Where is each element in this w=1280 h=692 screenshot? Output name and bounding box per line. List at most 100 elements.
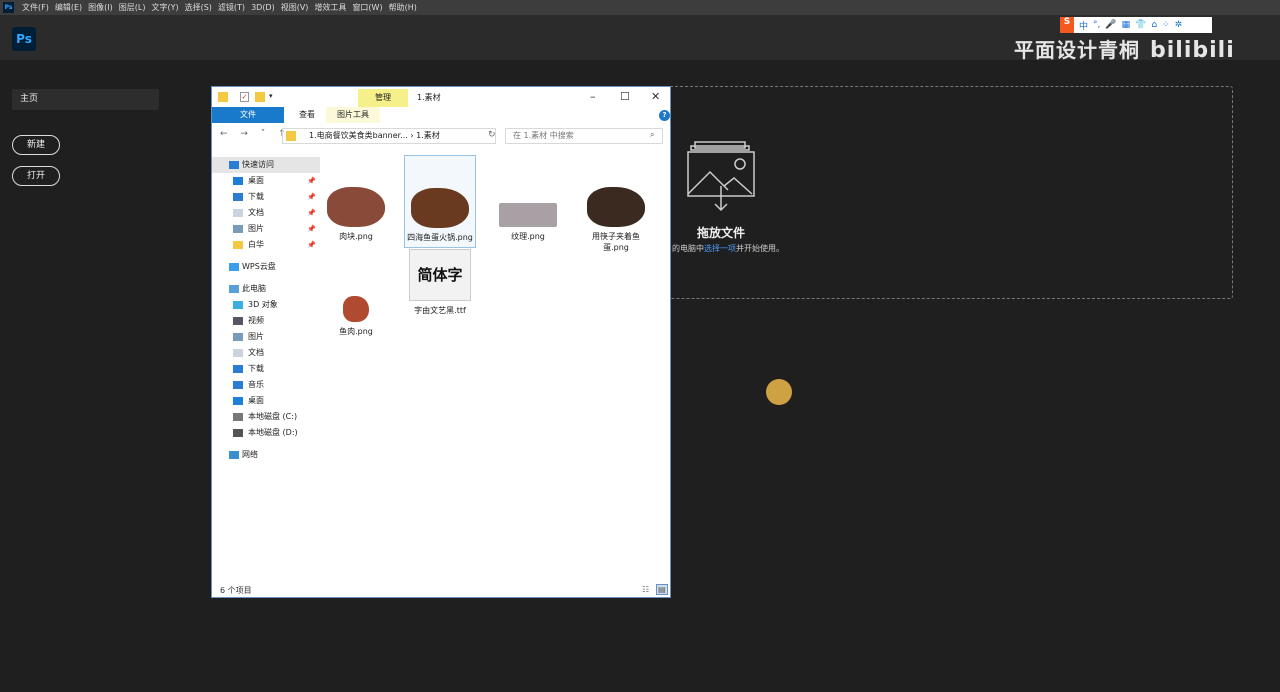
bilibili-logo: bilibili [1150,38,1235,63]
menu-layer[interactable]: 图层(L) [119,2,146,13]
search-icon[interactable]: ⌕ [650,130,654,140]
file-item[interactable]: 简体字字由文艺黑.ttf [404,249,476,316]
drop-sub-text: 的电脑中 [672,244,704,253]
menu-window[interactable]: 窗口(W) [352,2,382,13]
nav-item-icon [229,161,239,169]
minimize-button[interactable]: – [590,90,596,103]
nav-item[interactable]: 白华 📌 [212,237,320,253]
status-bar: 6 个项目 [220,586,252,595]
file-name: 用筷子夹着鱼蛋.png [592,232,640,252]
apps-icon[interactable]: ⁘ [1162,20,1170,30]
nav-item[interactable]: 下载 📌 [212,189,320,205]
file-item[interactable]: 鱼肉.png [320,264,392,337]
nav-item-icon [233,317,243,325]
tab-view[interactable]: 查看 [288,107,326,123]
nav-item[interactable]: 文档 📌 [212,205,320,221]
menu-select[interactable]: 选择(S) [185,2,212,13]
nav-item-icon [233,177,243,185]
nav-item[interactable]: 图片 📌 [212,221,320,237]
search-input[interactable]: 在 1.素材 中搜索 [505,128,663,144]
maximize-button[interactable]: ☐ [620,90,630,103]
title-bar: ✓ ▾ [212,87,670,107]
nav-item[interactable]: 本地磁盘 (C:) [212,409,320,425]
file-grid: 肉块.png 四海鱼蛋火锅.png 纹理.png 用筷子夹着鱼蛋.png 鱼肉.png 简… [320,149,663,579]
nav-item-icon [229,285,239,293]
nav-item[interactable]: 快速访问 [212,157,320,173]
menu-type[interactable]: 文字(Y) [151,2,178,13]
nav-item[interactable]: 3D 对象 [212,297,320,313]
file-item[interactable]: 肉块.png [320,169,392,242]
pin-icon[interactable]: 📌 [307,237,316,253]
file-item[interactable]: 四海鱼蛋火锅.png [404,155,476,248]
nav-item-icon [233,225,243,233]
keyboard-icon[interactable]: ▦ [1122,20,1131,30]
nav-buttons[interactable]: ← → ˅ ↑ [220,129,291,139]
pin-icon[interactable]: 📌 [307,173,316,189]
nav-item-icon [233,193,243,201]
tab-picture-tools[interactable]: 图片工具 [326,107,380,123]
skin-icon[interactable]: 👕 [1135,20,1146,30]
nav-item[interactable]: 桌面 [212,393,320,409]
nav-item[interactable]: 本地磁盘 (D:) [212,425,320,441]
nav-item[interactable]: 文档 [212,345,320,361]
pin-icon[interactable]: 📌 [307,205,316,221]
file-item[interactable]: 纹理.png [492,169,564,242]
open-button[interactable]: 打开 [12,166,60,186]
menu-image[interactable]: 图像(I) [88,2,113,13]
nav-item-icon [229,451,239,459]
file-item[interactable]: 用筷子夹着鱼蛋.png [580,169,652,253]
nav-item[interactable]: WPS云盘 [212,259,320,275]
watermark: 平面设计青桐 bilibili [1014,34,1235,63]
headset-icon[interactable]: ⌂ [1151,20,1157,30]
nav-item-label: 图片 [248,332,264,341]
refresh-icon[interactable]: ↻ [488,130,496,140]
large-icons-view-icon[interactable]: ▤ [656,584,668,595]
close-button[interactable]: ✕ [651,90,660,103]
nav-item[interactable]: 图片 [212,329,320,345]
properties-icon[interactable]: ✓ [240,92,249,102]
settings-icon[interactable]: ✲ [1175,20,1183,30]
home-nav[interactable]: 主页 [12,89,159,110]
breadcrumb-parent[interactable]: 1.电商餐饮美食类banner... [309,131,408,140]
image-thumbnail [585,169,647,227]
ime-item[interactable]: 中 [1079,19,1088,32]
mic-icon[interactable]: 🎤 [1105,20,1116,30]
menu-plugins[interactable]: 增效工具 [314,2,346,13]
file-name: 字由文艺黑.ttf [414,306,466,315]
pin-icon[interactable]: 📌 [307,189,316,205]
help-icon[interactable]: ? [659,110,670,121]
nav-item[interactable]: 网络 [212,447,320,463]
nav-item[interactable]: 桌面 📌 [212,173,320,189]
menu-help[interactable]: 帮助(H) [389,2,417,13]
ime-item[interactable]: °, [1093,20,1100,30]
watermark-text: 平面设计青桐 [1014,38,1140,62]
select-link[interactable]: 选择一项 [704,244,736,253]
nav-item-label: 文档 [248,208,264,217]
details-view-icon[interactable]: ☷ [642,585,649,594]
nav-item-icon [229,263,239,271]
nav-item-icon [233,301,243,309]
nav-item[interactable]: 此电脑 [212,281,320,297]
font-preview: 简体字 [417,265,463,284]
nav-item-label: WPS云盘 [242,262,276,271]
breadcrumb-current[interactable]: 1.素材 [416,131,440,140]
file-name: 四海鱼蛋火锅.png [407,233,473,242]
address-bar[interactable]: 1.电商餐饮美食类banner... › 1.素材 [282,128,496,144]
image-thumbnail [325,169,387,227]
new-folder-icon[interactable] [255,92,265,102]
nav-item[interactable]: 音乐 [212,377,320,393]
nav-item[interactable]: 视频 [212,313,320,329]
menu-file[interactable]: 文件(F) [22,2,49,13]
menu-filter[interactable]: 滤镜(T) [218,2,245,13]
new-button[interactable]: 新建 [12,135,60,155]
menu-view[interactable]: 视图(V) [281,2,309,13]
menu-edit[interactable]: 编辑(E) [55,2,82,13]
pin-icon[interactable]: 📌 [307,221,316,237]
nav-item-label: 桌面 [248,176,264,185]
nav-item[interactable]: 下载 [212,361,320,377]
tab-file[interactable]: 文件 [212,107,284,123]
nav-item-label: 本地磁盘 (C:) [248,412,298,421]
tab-manage[interactable]: 管理 [358,89,408,107]
quick-access-dropdown-icon[interactable]: ▾ [269,92,273,100]
menu-3d[interactable]: 3D(D) [251,3,275,12]
